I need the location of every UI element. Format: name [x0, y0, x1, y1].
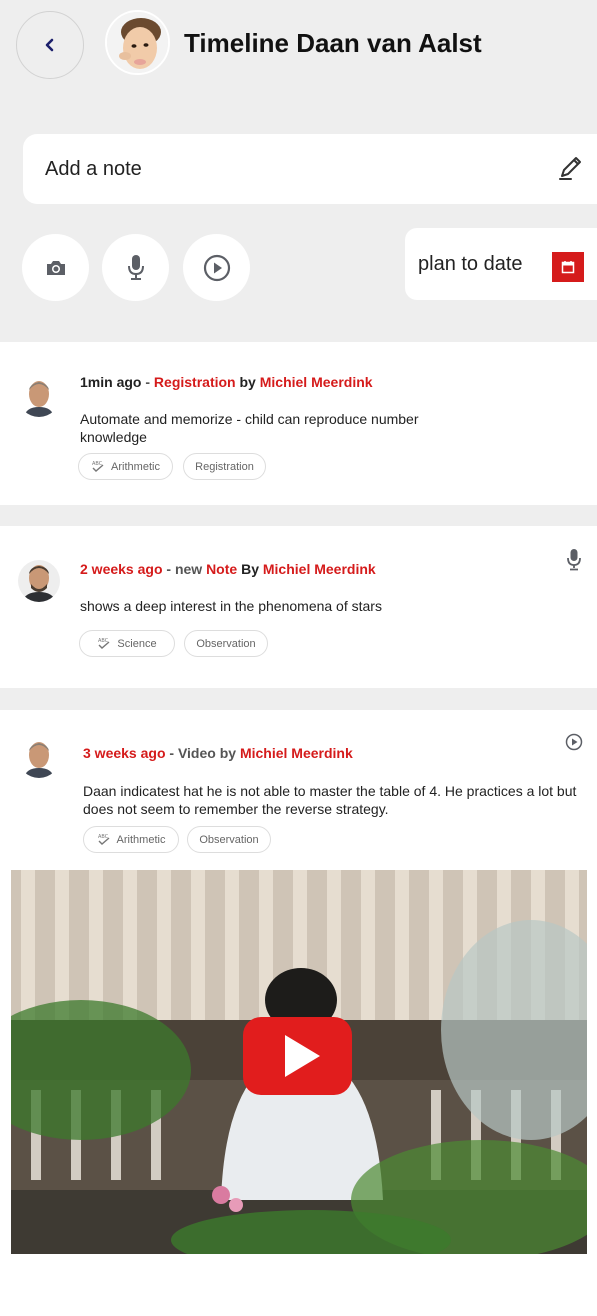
item-by: by: [235, 374, 260, 390]
author-link[interactable]: Michiel Meerdink: [260, 374, 373, 390]
tag-observation[interactable]: Observation: [187, 826, 271, 853]
item-meta: 3 weeks ago - Video by Michiel Meerdink: [83, 745, 353, 761]
microphone-button[interactable]: [102, 234, 169, 301]
tag-label: Observation: [196, 637, 256, 650]
item-text: Daan indicatest hat he is not able to ma…: [83, 783, 577, 817]
item-by: By: [237, 561, 263, 577]
page-title: Timeline Daan van Aalst: [184, 28, 482, 58]
back-button[interactable]: [16, 11, 84, 79]
pencil-icon: [559, 157, 581, 180]
item-meta: 1min ago - Registration by Michiel Meerd…: [80, 374, 373, 390]
tag-label: Arithmetic: [116, 833, 166, 846]
calendar-icon: [561, 261, 575, 274]
item-separator: -: [141, 374, 154, 390]
microphone-icon[interactable]: [566, 548, 582, 572]
camera-icon: [46, 260, 65, 275]
timeline-item: 2 weeks ago - new Note By Michiel Meerdi…: [0, 526, 597, 688]
video-player[interactable]: [11, 870, 587, 1254]
tag-arithmetic[interactable]: ABC Arithmetic: [83, 826, 179, 853]
timeline-item: 1min ago - Registration by Michiel Meerd…: [0, 342, 597, 505]
author-link[interactable]: Michiel Meerdink: [240, 745, 353, 761]
tag-label: Science: [117, 637, 157, 650]
item-time: 3 weeks ago: [83, 745, 166, 761]
spellcheck-icon: ABC: [92, 461, 104, 472]
spellcheck-icon: ABC: [98, 834, 110, 845]
spellcheck-icon: ABC: [98, 638, 110, 649]
tag-observation[interactable]: Observation: [184, 630, 268, 657]
calendar-button[interactable]: [552, 252, 584, 282]
add-note-field[interactable]: Add a note: [23, 134, 597, 204]
plan-to-date-button[interactable]: plan to date: [405, 228, 597, 300]
tag-label: Arithmetic: [111, 460, 160, 473]
author-avatar: [18, 560, 60, 602]
chevron-left-icon: [45, 38, 54, 52]
tag-label: Registration: [195, 460, 254, 473]
divider: [0, 688, 597, 710]
tag-label: Observation: [199, 833, 259, 846]
camera-button[interactable]: [22, 234, 89, 301]
author-link[interactable]: Michiel Meerdink: [263, 561, 376, 577]
author-avatar: [18, 736, 60, 778]
tag-science[interactable]: ABC Science: [79, 630, 175, 657]
note-placeholder: Add a note: [45, 158, 142, 180]
divider: [0, 505, 597, 526]
item-separator: - new: [162, 561, 207, 577]
play-circle-icon[interactable]: [565, 733, 583, 751]
play-icon: [203, 254, 230, 281]
item-type-link[interactable]: Note: [206, 561, 237, 577]
item-text: Automate and memorize - child can reprod…: [80, 411, 419, 445]
plan-label: plan to date: [418, 253, 523, 275]
header-section: Timeline Daan van Aalst Add a note plan …: [0, 0, 597, 342]
item-type-link[interactable]: Registration: [154, 374, 236, 390]
item-time: 1min ago: [80, 374, 142, 390]
youtube-play-icon[interactable]: [243, 1017, 352, 1095]
microphone-icon: [127, 254, 144, 280]
item-text: shows a deep interest in the phenomena o…: [80, 598, 382, 614]
tag-registration[interactable]: Registration: [183, 453, 266, 480]
item-separator: - Video by: [165, 745, 240, 761]
video-button[interactable]: [183, 234, 250, 301]
item-meta: 2 weeks ago - new Note By Michiel Meerdi…: [80, 561, 376, 577]
avatar: [105, 10, 170, 75]
item-time: 2 weeks ago: [80, 561, 163, 577]
author-avatar: [18, 375, 60, 417]
tag-arithmetic[interactable]: ABC Arithmetic: [78, 453, 173, 480]
